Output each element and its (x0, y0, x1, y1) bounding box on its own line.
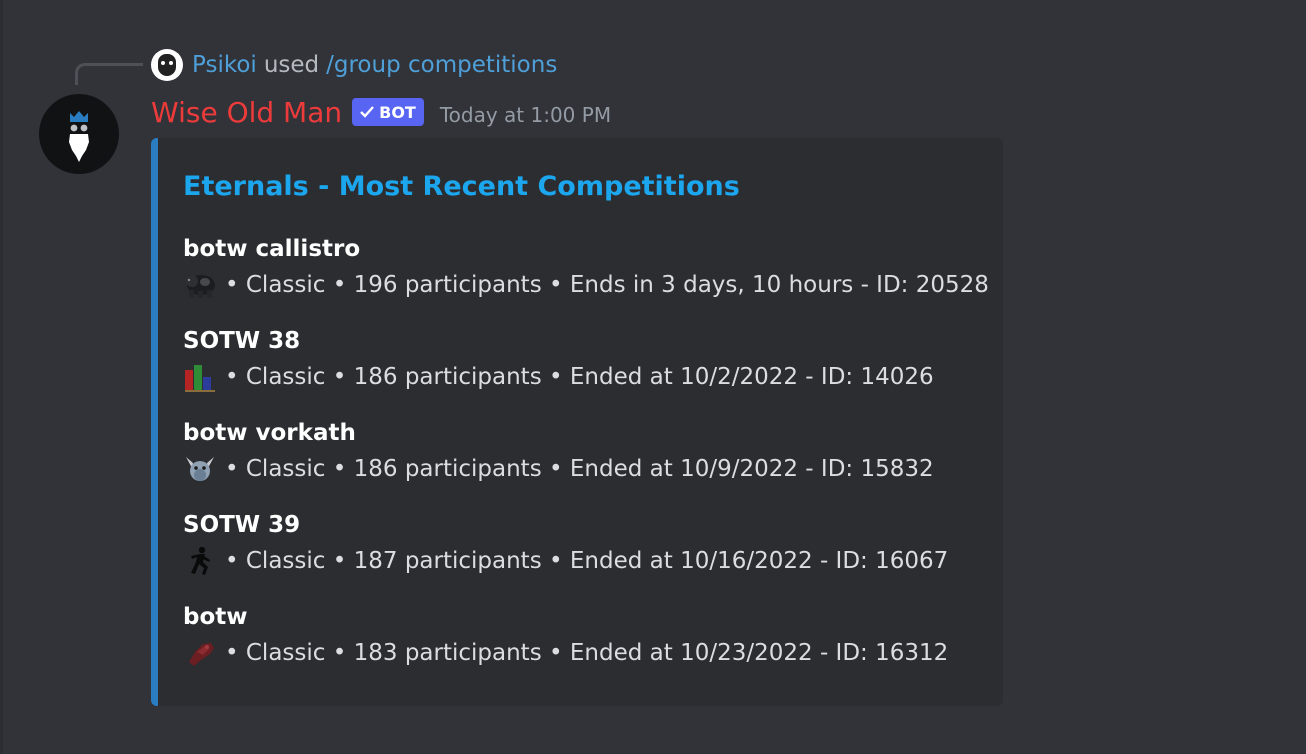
reply-used-text: used (263, 52, 320, 78)
competition-item: botw vorkath • Classic • 186 participant… (183, 416, 993, 488)
vorkath-boss-icon (186, 457, 214, 481)
competition-name: botw (183, 604, 248, 630)
bot-badge: BOT (352, 98, 424, 126)
message-timestamp[interactable]: Today at 1:00 PM (440, 103, 611, 127)
wise-old-man-logo-icon (69, 111, 89, 162)
boss-hand-icon (189, 643, 214, 666)
competition-details: • Classic • 196 participants • Ends in 3… (225, 272, 989, 298)
competition-info-row: • Classic • 196 participants • Ends in 3… (183, 266, 993, 304)
message-header: Wise Old Man BOT Today at 1:00 PM (151, 92, 611, 132)
competition-name: SOTW 39 (183, 512, 301, 538)
competition-info-row: • Classic • 183 participants • Ended at … (183, 634, 993, 672)
competition-name: botw callistro (183, 236, 361, 262)
overall-stats-icon (185, 365, 215, 392)
callisto-boss-icon (186, 275, 215, 298)
bot-tag-label: BOT (379, 102, 416, 122)
competition-info-row: • Classic • 186 participants • Ended at … (183, 450, 993, 488)
reply-command[interactable]: /group competitions (326, 52, 557, 78)
verified-check-icon (360, 106, 375, 118)
competition-details: • Classic • 183 participants • Ended at … (225, 640, 949, 666)
embed-title[interactable]: Eternals - Most Recent Competitions (183, 171, 740, 202)
agility-icon (191, 546, 210, 575)
reply-user-avatar[interactable] (151, 49, 183, 81)
reply-reference[interactable]: Psikoi used /group competitions (151, 48, 557, 82)
competition-item: botw callistro • Classic • 196 participa… (183, 232, 993, 304)
competition-details: • Classic • 186 participants • Ended at … (225, 456, 934, 482)
competition-name: SOTW 38 (183, 328, 301, 354)
reply-username[interactable]: Psikoi (192, 52, 257, 78)
competition-info-row: • Classic • 186 participants • Ended at … (183, 358, 993, 396)
competition-item: botw • Classic • 183 participants • Ende… (183, 600, 993, 672)
competition-item: SOTW 39 • Classic • 187 participants • E… (183, 508, 993, 580)
competition-name: botw vorkath (183, 420, 356, 446)
competition-item: SOTW 38 • Classic • 186 participants • E… (183, 324, 993, 396)
author-name[interactable]: Wise Old Man (151, 96, 342, 129)
reply-connector (75, 63, 143, 85)
chat-area: Psikoi used /group competitions Wise Old… (0, 0, 1306, 754)
competition-details: • Classic • 187 participants • Ended at … (225, 548, 949, 574)
competition-details: • Classic • 186 participants • Ended at … (225, 364, 934, 390)
competition-info-row: • Classic • 187 participants • Ended at … (183, 542, 993, 580)
embed-card: Eternals - Most Recent Competitions botw… (151, 138, 1003, 706)
bot-avatar[interactable] (39, 94, 119, 174)
